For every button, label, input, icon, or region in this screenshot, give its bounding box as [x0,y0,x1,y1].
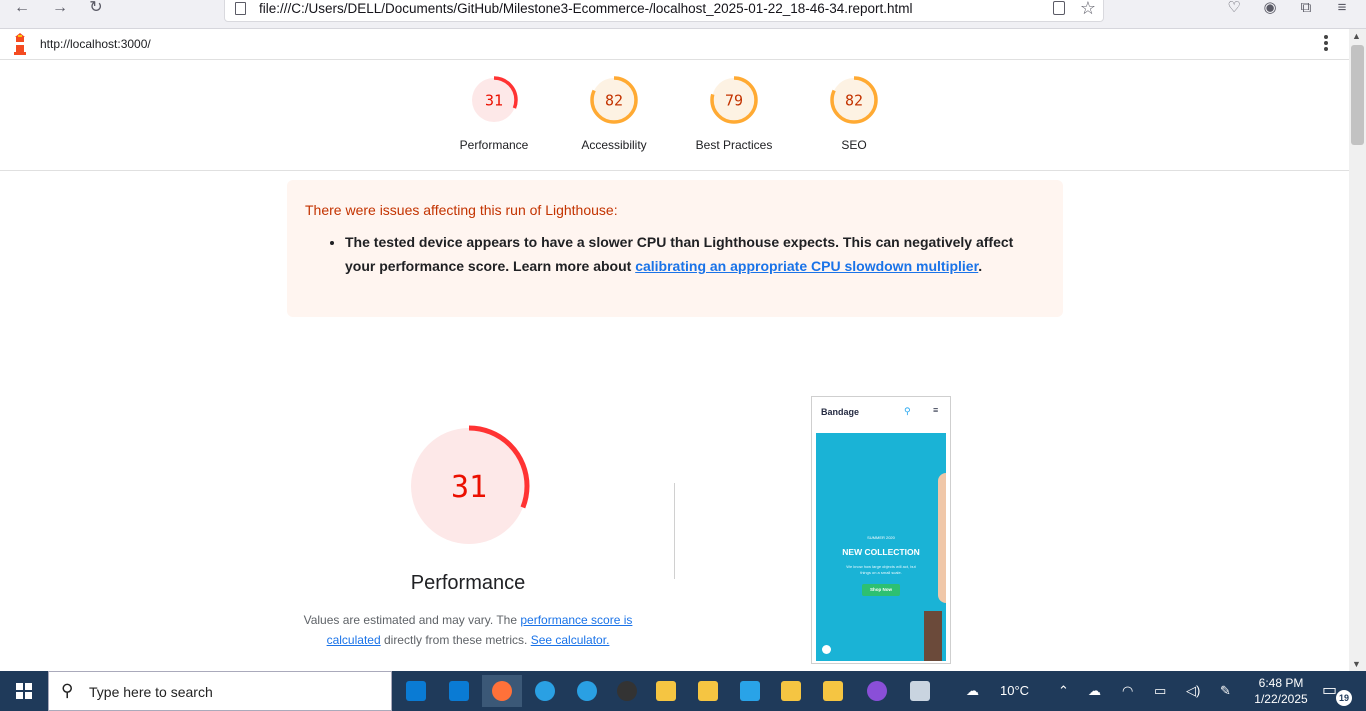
tested-url[interactable]: http://localhost:3000/ [40,37,151,51]
desc-mid: directly from these metrics. [380,633,531,647]
desc-pre: Values are estimated and may vary. The [303,613,521,627]
page-scrollbar[interactable]: ▲ ▼ [1349,29,1366,671]
extensions-icon[interactable]: ⧉ [1297,0,1315,17]
performance-title: Performance [410,572,526,594]
clock-date: 1/22/2025 [1254,692,1308,706]
pen-icon[interactable]: ✎ [1220,683,1231,699]
hero-dot [822,645,831,654]
wifi-icon[interactable]: ◠ [1122,683,1133,699]
gauge-svg: 82 [830,76,878,124]
taskbar-search[interactable]: ⚲ Type here to search [48,671,392,711]
volume-icon[interactable]: ◁) [1186,683,1200,699]
hero-title: NEW COLLECTION [842,547,920,557]
edge-icon[interactable] [525,675,565,707]
gauge-label: Best Practices [695,138,773,152]
gauge-svg: 79 [710,76,758,124]
warning-end: . [978,258,983,274]
warning-list: The tested device appears to have a slow… [345,230,1025,278]
gauge-score: 31 [451,470,487,505]
firefox-icon[interactable] [482,675,522,707]
screenshot-brand: Bandage [821,407,860,417]
vscode-icon[interactable] [396,675,436,707]
notifications-badge: 19 [1336,690,1352,706]
more-options-icon[interactable] [1323,35,1329,53]
gauge-accessibility[interactable]: 82 Accessibility [559,74,669,152]
hero-shop-button: Shop Now [862,584,900,596]
performance-big-gauge: 31 [407,424,531,553]
taskbar: ⚲ Type here to search ☁ 10°C ⌃ ☁ ◠ ▭ ◁) … [0,671,1366,711]
menu-icon[interactable]: ≡ [1333,0,1351,17]
notepad-icon[interactable] [900,675,940,707]
battery-icon[interactable]: ▭ [1154,683,1166,699]
github-desktop-icon[interactable] [857,675,897,707]
gauge-score: 79 [725,91,743,109]
network-cloud-icon[interactable]: ☁ [1088,683,1101,699]
edge-icon-2[interactable] [567,675,607,707]
divider [674,483,675,579]
performance-description: Values are estimated and may vary. The p… [288,610,648,650]
address-url[interactable]: file:///C:/Users/DELL/Documents/GitHub/M… [259,1,913,16]
gauge-label: Accessibility [581,138,647,152]
windows-start-icon[interactable] [0,671,48,711]
run-warnings: There were issues affecting this run of … [287,180,1063,317]
see-calculator-link[interactable]: See calculator. [531,633,610,647]
account-icon[interactable]: ◉ [1261,0,1279,17]
vscode-icon-2[interactable] [439,675,479,707]
reload-icon[interactable]: ↻ [84,0,108,18]
show-hidden-icons[interactable]: ⌃ [1058,683,1069,699]
remote-desktop-icon[interactable] [730,675,770,707]
gauge-svg: 31 [470,76,518,124]
gauge-score: 82 [845,91,863,109]
hero-bag-image [924,611,942,661]
notifications-icon[interactable]: ▭ 19 [1322,680,1352,706]
forward-icon[interactable]: → [48,0,72,18]
clock-time: 6:48 PM [1258,676,1304,690]
hero-season: SUMMER 2020 [867,535,895,540]
file-explorer-icon-2[interactable] [688,675,728,707]
gauge-score: 82 [605,91,623,109]
browser-toolbar: ← → ↻ file:///C:/Users/DELL/Documents/Gi… [0,0,1366,29]
back-icon[interactable]: ← [10,0,34,18]
gauge-score: 31 [485,91,503,109]
pocket-icon[interactable]: ♡ [1225,0,1243,17]
score-summary: 31 Performance 82 Accessibility 79 Best Pra… [0,60,1349,171]
obs-icon[interactable] [607,675,647,707]
screenshot-hero: SUMMER 2020 NEW COLLECTION We know how l… [816,433,946,661]
gauge-seo[interactable]: 82 SEO [799,74,909,152]
screenshot-menu-icon: ≡ [933,405,939,415]
weather-temp[interactable]: 10°C [1000,683,1029,698]
file-explorer-icon[interactable] [646,675,686,707]
search-placeholder[interactable]: Type here to search [89,684,213,700]
weather-icon[interactable]: ☁ [966,683,979,699]
gauge-performance[interactable]: 31 Performance [439,74,549,152]
gauge-svg: 31 [408,425,530,547]
cpu-slowdown-link[interactable]: calibrating an appropriate CPU slowdown … [635,258,978,274]
scrollbar-thumb[interactable] [1351,45,1364,145]
scroll-down-icon[interactable]: ▼ [1352,659,1361,669]
gauge-label: SEO [841,138,867,152]
warning-item: The tested device appears to have a slow… [345,230,1025,278]
lighthouse-logo-icon [14,33,26,55]
file-explorer-icon-3[interactable] [771,675,811,707]
gauge-svg: 82 [590,76,638,124]
reader-view-icon[interactable] [1053,1,1065,15]
scroll-up-icon[interactable]: ▲ [1352,31,1361,41]
final-screenshot[interactable]: Bandage ⚲ ≡ SUMMER 2020 NEW COLLECTION W… [811,396,951,664]
gauge-best-practices[interactable]: 79 Best Practices [679,74,789,152]
hero-text: We know how large objects will act, but … [846,564,916,575]
gauge-label: Performance [459,138,529,152]
clock[interactable]: 6:48 PM 1/22/2025 [1250,675,1312,707]
file-explorer-icon-4[interactable] [813,675,853,707]
bookmark-star-icon[interactable]: ☆ [1080,0,1096,19]
lighthouse-topbar: http://localhost:3000/ [0,29,1349,60]
search-icon: ⚲ [61,681,74,700]
address-bar[interactable]: file:///C:/Users/DELL/Documents/GitHub/M… [224,0,1104,22]
page-icon [235,2,246,15]
screenshot-search-icon: ⚲ [904,406,911,416]
warning-title: There were issues affecting this run of … [305,202,618,218]
